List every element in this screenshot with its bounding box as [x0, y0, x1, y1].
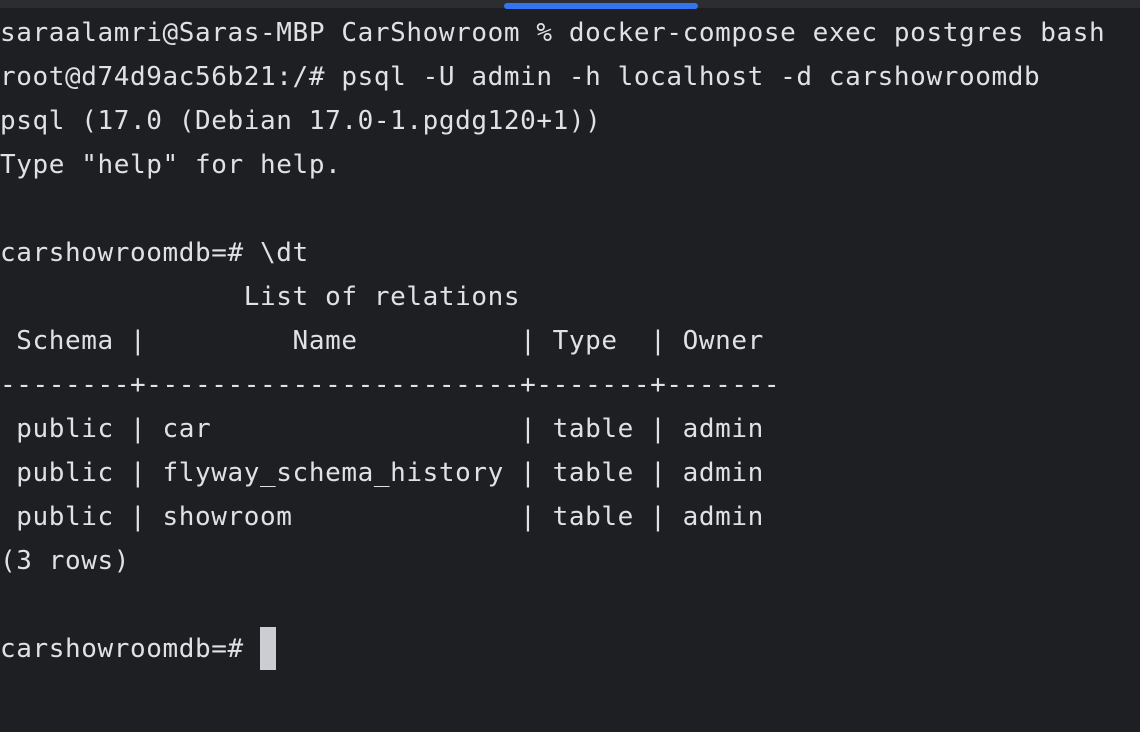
prompt-text: carshowroomdb=# — [0, 634, 261, 664]
terminal-line: root@d74d9ac56b21:/# psql -U admin -h lo… — [0, 62, 1041, 92]
terminal-window[interactable]: saraalamri@Saras-MBP CarShowroom % docke… — [0, 0, 1140, 732]
text-cursor — [260, 627, 277, 670]
table-row: public | flyway_schema_history | table |… — [0, 458, 764, 488]
table-separator: --------+-----------------------+-------… — [0, 370, 781, 400]
terminal-line: Type "help" for help. — [0, 150, 342, 180]
table-row: public | car | table | admin — [0, 414, 764, 444]
terminal-line: psql (17.0 (Debian 17.0-1.pgdg120+1)) — [0, 106, 602, 136]
terminal-line: saraalamri@Saras-MBP CarShowroom % docke… — [0, 18, 1106, 48]
tab-bar — [0, 0, 1140, 9]
terminal-line: (3 rows) — [0, 546, 131, 576]
command-prompt-line[interactable]: carshowroomdb=# — [0, 627, 1140, 671]
terminal-line: List of relations — [0, 282, 521, 312]
table-row: public | showroom | table | admin — [0, 502, 764, 532]
active-tab-indicator — [504, 3, 698, 9]
table-header-row: Schema | Name | Type | Owner — [0, 326, 764, 356]
terminal-line: carshowroomdb=# \dt — [0, 238, 309, 268]
